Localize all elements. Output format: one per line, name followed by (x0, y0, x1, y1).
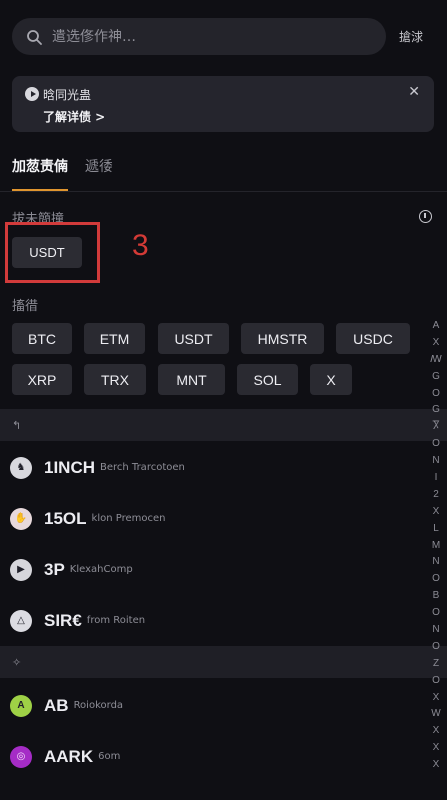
index-letter[interactable]: X (429, 757, 443, 774)
index-letter[interactable]: G (429, 369, 443, 386)
token-row[interactable]: △ SIR€ from Roiten (0, 595, 420, 646)
step-number: 3 (132, 229, 149, 262)
index-letter[interactable]: O (429, 386, 443, 403)
hot-chip-0[interactable]: BTC (12, 323, 72, 354)
section-header: ↰ (0, 409, 447, 441)
ring-icon: ◎ (10, 745, 32, 768)
index-letter[interactable]: Z (429, 656, 443, 673)
index-letter[interactable]: I (429, 470, 443, 487)
index-letter[interactable]: G (429, 402, 443, 419)
token-symbol: 15OL (44, 508, 87, 528)
index-letter[interactable]: X (429, 335, 443, 352)
hot-chip-3[interactable]: HMSTR (241, 323, 324, 354)
token-row[interactable]: ◎ AARK 6om (0, 731, 420, 782)
index-letter[interactable]: N (429, 554, 443, 571)
section-header: ✧ (0, 646, 447, 678)
token-name: Roiokorda (73, 700, 124, 711)
index-letter[interactable]: X (429, 504, 443, 521)
index-letter[interactable]: ꟿ (429, 352, 443, 369)
token-name: KlexahComp (69, 564, 133, 575)
hot-chip-2[interactable]: USDT (158, 323, 229, 354)
token-name: Berch Trarcotoen (100, 462, 185, 473)
hot-chip-9[interactable]: X (310, 364, 352, 395)
index-letter[interactable]: A (429, 318, 443, 335)
highlight-box (5, 222, 100, 283)
index-letter[interactable]: 2 (429, 487, 443, 504)
search-bar[interactable] (12, 18, 386, 55)
alphabet-index[interactable]: AXꟿGOGႿONI2XLMNOBONOZOXWXXX (429, 318, 443, 774)
search-icon (27, 29, 42, 45)
hot-chip-8[interactable]: SOL (237, 364, 298, 395)
play-icon (25, 87, 39, 101)
hand-icon: ✋ (10, 507, 32, 530)
hot-title: 搐徣 (12, 299, 39, 314)
hot-chip-1[interactable]: ETM (84, 323, 145, 354)
index-letter[interactable]: L (429, 521, 443, 538)
token-symbol: AB (44, 695, 69, 715)
horse-icon: ♞ (10, 456, 32, 479)
token-symbol: 1INCH (44, 457, 96, 477)
ab-icon: A (10, 694, 32, 717)
tab-favorites[interactable]: 加䓤责㑲 (12, 156, 68, 191)
notice-title: 晗同光蛊 (43, 88, 92, 102)
tab-bar: 加䓤责㑲 遞㣦 (12, 156, 113, 191)
tabs-divider (0, 191, 447, 192)
clear-history-icon[interactable] (419, 210, 432, 223)
hot-chip-4[interactable]: USDC (336, 323, 410, 354)
index-letter[interactable]: W (429, 706, 443, 723)
token-name: 6om (98, 751, 121, 762)
index-letter[interactable]: O (429, 639, 443, 656)
index-letter[interactable]: O (429, 673, 443, 690)
index-letter[interactable]: X (429, 740, 443, 757)
token-symbol: SIR€ (44, 610, 82, 630)
token-row[interactable]: ✋ 15OL klon Premocen (0, 493, 420, 544)
index-letter[interactable]: X (429, 723, 443, 740)
token-row[interactable]: ♞ 1INCH Berch Trarcotoen (0, 442, 420, 493)
index-letter[interactable]: O (429, 436, 443, 453)
token-row[interactable]: ▶ 3P KlexahComp (0, 544, 420, 595)
hot-chip-7[interactable]: MNT (158, 364, 225, 395)
notice-link[interactable]: 了解详债 > (43, 108, 105, 125)
cancel-button[interactable]: 搶浗 (399, 28, 423, 45)
index-letter[interactable]: N (429, 622, 443, 639)
index-letter[interactable]: O (429, 605, 443, 622)
close-icon[interactable]: ✕ (408, 83, 420, 100)
index-letter[interactable]: N (429, 453, 443, 470)
index-letter[interactable]: O (429, 571, 443, 588)
index-letter[interactable]: M (429, 538, 443, 555)
token-name: from Roiten (86, 615, 146, 626)
token-name: klon Premocen (91, 513, 166, 524)
token-symbol: 3P (44, 559, 65, 579)
index-letter[interactable]: Ⴟ (429, 419, 443, 436)
notice-banner[interactable]: 晗同光蛊 了解详债 > ✕ (12, 76, 434, 132)
tab-other[interactable]: 遞㣦 (85, 156, 113, 191)
hot-chip-5[interactable]: XRP (12, 364, 72, 395)
triangle-icon: △ (10, 609, 32, 632)
token-row[interactable]: A AB Roiokorda (0, 680, 420, 731)
token-symbol: AARK (44, 746, 94, 766)
play-icon: ▶ (10, 558, 32, 581)
index-letter[interactable]: B (429, 588, 443, 605)
search-input[interactable] (52, 28, 342, 45)
index-letter[interactable]: X (429, 690, 443, 707)
hot-chip-6[interactable]: TRX (84, 364, 146, 395)
